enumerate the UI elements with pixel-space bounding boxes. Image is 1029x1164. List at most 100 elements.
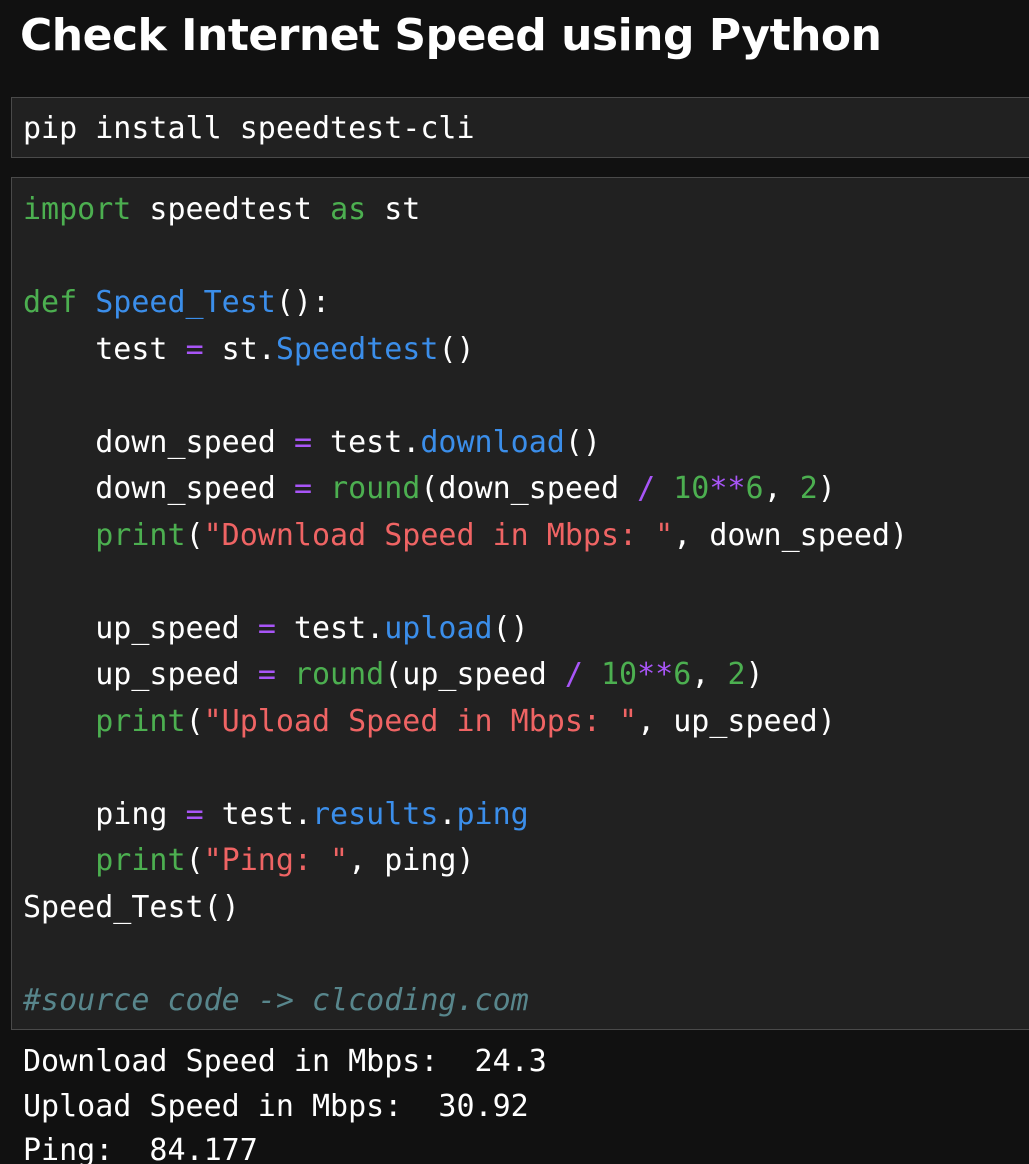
- code-token: , up_speed): [637, 703, 836, 739]
- code-token: st: [366, 192, 421, 227]
- code-token: print: [95, 843, 186, 878]
- code-line: print("Download Speed in Mbps: ", down_s…: [23, 513, 1029, 560]
- code-token: st.: [203, 331, 276, 367]
- code-line: up_speed = round(up_speed / 10**6, 2): [23, 652, 1029, 699]
- code-token: ping: [23, 796, 186, 832]
- code-token: **: [637, 657, 674, 692]
- output-line: Upload Speed in Mbps: 30.92: [23, 1088, 529, 1124]
- code-token: test.: [203, 796, 312, 832]
- code-token: =: [293, 424, 312, 460]
- code-token: (: [185, 517, 204, 553]
- code-line: up_speed = test.upload(): [23, 606, 1029, 653]
- code-token: test.: [275, 610, 385, 646]
- code-token: #source code -> clcoding.com: [23, 982, 529, 1018]
- code-token: up_speed: [23, 610, 258, 646]
- code-token: round: [330, 471, 421, 506]
- cell-output: Download Speed in Mbps: 24.3 Upload Speed…: [23, 1040, 547, 1164]
- code-token: results: [312, 796, 439, 832]
- output-line: Ping: 84.177: [23, 1133, 258, 1164]
- code-token: =: [257, 657, 276, 692]
- code-block: import speedtest as st def Speed_Test(): …: [12, 178, 1029, 1024]
- code-token: (): [564, 424, 601, 460]
- code-token: ,: [691, 657, 728, 692]
- code-token: ): [817, 471, 836, 506]
- code-token: =: [185, 331, 204, 367]
- output-line: Download Speed in Mbps: 24.3: [23, 1044, 547, 1079]
- code-token: (: [185, 703, 204, 739]
- code-token: (down_speed: [420, 471, 638, 506]
- code-line: def Speed_Test():: [23, 280, 1029, 327]
- code-token: /: [637, 471, 656, 506]
- code-token: Speed_Test(): [23, 889, 240, 925]
- code-token: 6: [745, 471, 764, 506]
- code-token: "Ping: ": [203, 843, 349, 878]
- code-token: import: [23, 192, 132, 227]
- code-token: round: [293, 657, 385, 692]
- code-token: "Upload Speed in Mbps: ": [203, 703, 638, 739]
- code-token: (up_speed: [384, 657, 565, 692]
- python-code-cell[interactable]: import speedtest as st def Speed_Test(): …: [11, 177, 1029, 1030]
- code-token: test: [23, 331, 186, 367]
- code-token: upload: [384, 610, 493, 646]
- code-token: 2: [799, 471, 818, 506]
- code-token: up_speed: [23, 657, 258, 692]
- code-token: =: [293, 471, 312, 506]
- code-token: , ping): [348, 843, 475, 878]
- code-token: ():: [275, 285, 331, 320]
- code-token: down_speed: [23, 424, 294, 460]
- code-token: ,: [763, 471, 800, 506]
- code-token: ping: [456, 796, 529, 832]
- code-line: ping = test.results.ping: [23, 792, 1029, 839]
- code-token: **: [709, 471, 746, 506]
- code-line: print("Upload Speed in Mbps: ", up_speed…: [23, 699, 1029, 746]
- code-token: "Download Speed in Mbps: ": [203, 517, 674, 553]
- code-token: print: [95, 703, 186, 739]
- code-token: =: [185, 796, 204, 832]
- notebook-page: Check Internet Speed using Python pip in…: [0, 0, 1029, 1164]
- code-token: .: [438, 796, 457, 832]
- code-token: 10: [601, 657, 638, 692]
- code-token: 2: [727, 657, 746, 692]
- code-line: Speed_Test(): [23, 885, 1029, 932]
- code-token: Speedtest: [275, 331, 439, 367]
- code-token: , down_speed): [673, 517, 909, 553]
- code-token: (: [185, 843, 204, 878]
- code-token: =: [257, 610, 276, 646]
- page-title: Check Internet Speed using Python: [20, 10, 882, 61]
- install-command: pip install speedtest-cli: [23, 111, 475, 146]
- code-token: speedtest: [131, 192, 331, 227]
- code-token: test.: [312, 424, 421, 460]
- code-token: download: [420, 424, 565, 460]
- code-token: print: [95, 517, 186, 553]
- code-line: import speedtest as st: [23, 187, 1029, 234]
- code-token: 6: [673, 657, 692, 692]
- code-line: down_speed = round(down_speed / 10**6, 2…: [23, 466, 1029, 513]
- code-token: (): [492, 610, 529, 646]
- code-token: (): [438, 331, 475, 367]
- code-token: ): [745, 657, 764, 692]
- code-token: /: [564, 657, 583, 692]
- code-line: test = st.Speedtest(): [23, 327, 1029, 374]
- code-token: as: [330, 192, 367, 227]
- install-code-cell[interactable]: pip install speedtest-cli: [11, 97, 1029, 158]
- code-line: print("Ping: ", ping): [23, 838, 1029, 885]
- code-token: 10: [673, 471, 710, 506]
- code-line: #source code -> clcoding.com: [23, 978, 1029, 1025]
- code-token: Speed_Test: [95, 285, 276, 320]
- code-token: def: [23, 285, 78, 320]
- code-line: down_speed = test.download(): [23, 420, 1029, 467]
- code-token: down_speed: [23, 471, 294, 506]
